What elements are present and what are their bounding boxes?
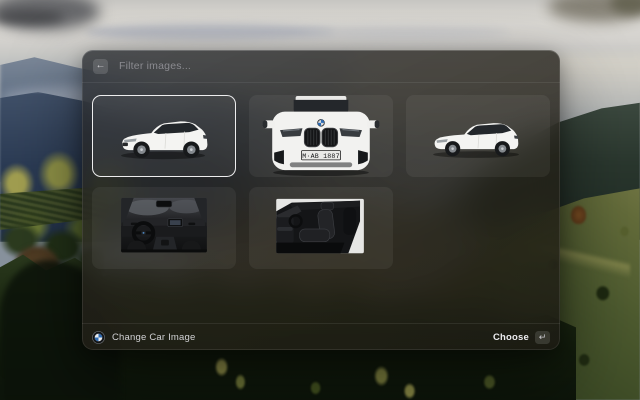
screen: ← (0, 0, 640, 400)
bmw-roundel-icon (92, 331, 105, 344)
wallpaper-orange-tree (571, 206, 586, 224)
image-tile-interior-dashboard[interactable] (92, 187, 236, 269)
filter-images-input[interactable] (117, 59, 549, 73)
image-tile-exterior-front-three-quarter[interactable] (92, 95, 236, 177)
car-front-thumbnail: M·AB 1887 (250, 96, 392, 176)
dialog-header: ← (82, 50, 560, 83)
license-plate-text: M·AB 1887 (302, 152, 340, 160)
return-key-icon: ↵ (535, 331, 550, 344)
image-grid: M·AB 1887 (92, 95, 550, 269)
wallpaper-cloud-streak (85, 24, 335, 40)
image-tile-interior-seats[interactable] (249, 187, 393, 269)
dialog-footer: Change Car Image Choose ↵ (82, 323, 560, 350)
car-front-three-quarter-thumbnail (93, 96, 235, 176)
image-tile-exterior-side[interactable] (406, 95, 550, 177)
change-car-image-label: Change Car Image (112, 332, 195, 343)
interior-seats-thumbnail (250, 188, 392, 268)
image-picker-dialog: ← (82, 50, 560, 350)
choose-action[interactable]: Choose ↵ (493, 331, 550, 344)
image-tile-exterior-front[interactable]: M·AB 1887 (249, 95, 393, 177)
back-button[interactable]: ← (93, 59, 108, 74)
interior-dashboard-thumbnail (93, 188, 235, 268)
car-side-thumbnail (407, 96, 549, 176)
choose-label: Choose (493, 332, 529, 343)
back-arrow-icon: ← (96, 61, 106, 71)
wallpaper-cloud-streak (300, 27, 510, 39)
